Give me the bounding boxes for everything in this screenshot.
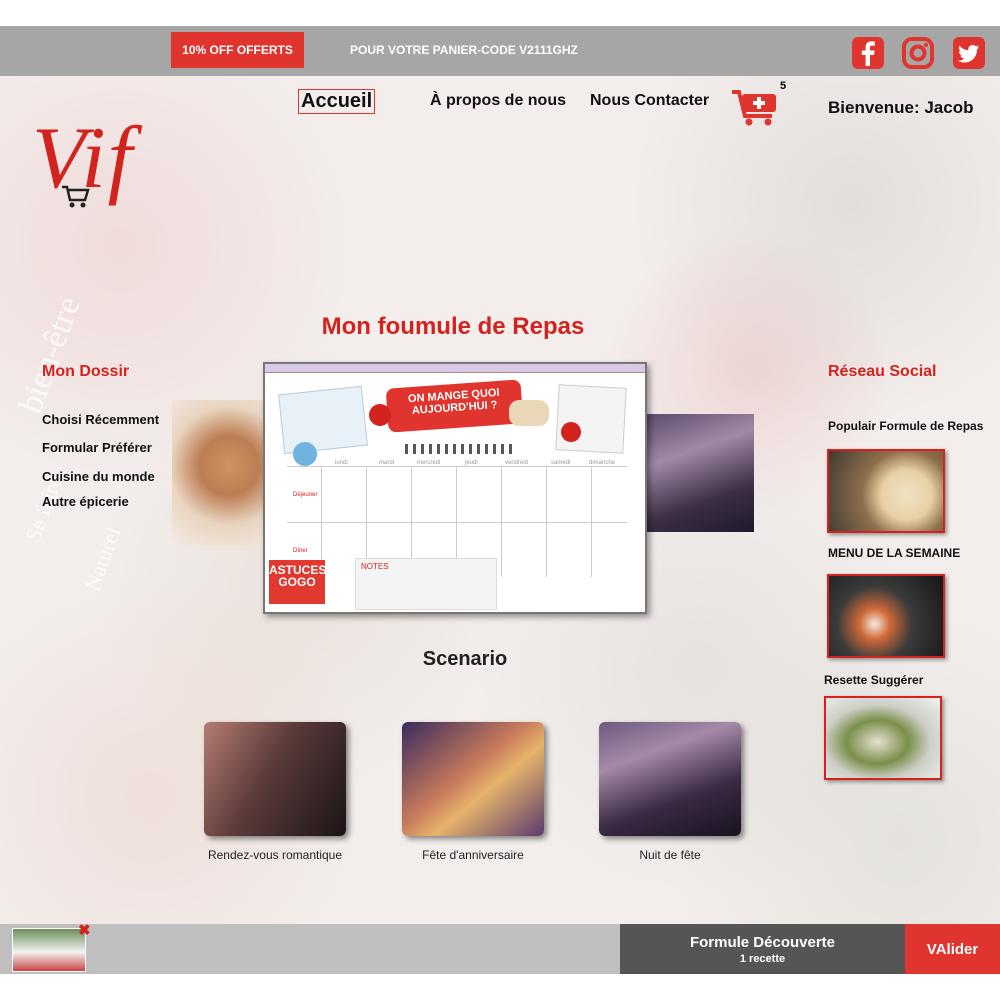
planner-note-left — [278, 385, 368, 455]
scenario-birthday-label[interactable]: Fête d'anniversaire — [402, 848, 544, 862]
scenario-birthday-image[interactable] — [402, 722, 544, 836]
apple-icon — [369, 404, 391, 426]
close-icon[interactable]: ✖ — [78, 921, 91, 939]
cart-item-thumbnail[interactable] — [12, 928, 86, 972]
planner-question-badge — [293, 442, 317, 466]
right-sidebar-heading: Réseau Social — [828, 363, 937, 380]
popular-formula-thumbnail[interactable] — [827, 449, 945, 533]
weekly-menu-thumbnail[interactable] — [827, 574, 945, 658]
page-title: Mon foumule de Repas — [321, 313, 585, 340]
popular-formula-label: Populair Formule de Repas — [828, 419, 984, 433]
cherry-icon — [561, 422, 581, 442]
formula-name: Formule Découverte — [689, 934, 836, 951]
bottom-bar: ✖ Formule Découverte 1 recette VAlider — [0, 921, 1000, 974]
facebook-icon[interactable] — [851, 36, 885, 70]
left-sidebar-heading: Mon Dossir — [42, 363, 130, 380]
cart-count: 5 — [780, 80, 787, 92]
meal-planner-image[interactable]: ON MANGE QUOI AUJOURD'HUI ? lundi mardi … — [263, 362, 647, 614]
scenario-party-image[interactable] — [599, 722, 741, 836]
logo-cart-icon — [62, 185, 90, 208]
planner-spiral — [405, 444, 515, 454]
scenario-heading: Scenario — [422, 648, 508, 670]
recipe-count: 1 recette — [739, 953, 786, 965]
planner-window-bar — [265, 364, 645, 373]
row-label-dinner: Dîner — [293, 548, 308, 554]
row-label-lunch: Déjeuner — [293, 492, 318, 498]
nav-contact[interactable]: Nous Contacter — [590, 92, 709, 110]
charcuterie-image — [172, 400, 267, 546]
promo-code-text: POUR VOTRE PANIER-CODE V2111GHZ — [350, 43, 578, 57]
sidebar-item-grocery[interactable]: Autre épicerie — [42, 494, 129, 509]
bread-icon — [509, 400, 549, 426]
weekly-menu-label: MENU DE LA SEMAINE — [828, 546, 961, 560]
sidebar-item-recent[interactable]: Choisi Récemment — [42, 412, 159, 427]
scenario-romantic-label[interactable]: Rendez-vous romantique — [204, 848, 346, 862]
validate-button[interactable]: VAlider — [905, 924, 1000, 974]
nav-home[interactable]: Accueil — [298, 89, 376, 114]
suggested-recipe-label: Resette Suggérer — [824, 673, 924, 687]
instagram-icon[interactable] — [901, 36, 935, 70]
scenario-party-label[interactable]: Nuit de fête — [599, 848, 741, 862]
suggested-recipe-thumbnail[interactable] — [824, 696, 942, 780]
planner-title: ON MANGE QUOI AUJOURD'HUI ? — [385, 379, 524, 433]
promo-badge[interactable]: 10% OFF OFFERTS — [171, 32, 304, 68]
scenario-romantic-image[interactable] — [204, 722, 346, 836]
astuces-gogo-logo: ASTUCES GOGO — [269, 560, 326, 604]
sidebar-item-favorites[interactable]: Formular Préférer — [42, 440, 152, 455]
party-crowd-image — [640, 414, 754, 532]
sidebar-item-world-cuisine[interactable]: Cuisine du monde — [42, 469, 155, 484]
promo-bar: 10% OFF OFFERTS POUR VOTRE PANIER-CODE V… — [0, 26, 1000, 76]
cart-icon[interactable] — [730, 86, 780, 128]
notes-label: NOTES — [361, 562, 389, 571]
planner-note-right — [555, 384, 627, 454]
nav-about[interactable]: À propos de nous — [430, 92, 566, 110]
formula-summary: Formule Découverte 1 recette — [620, 924, 905, 974]
welcome-text: Bienvenue: Jacob — [828, 98, 974, 117]
twitter-icon[interactable] — [952, 36, 986, 70]
